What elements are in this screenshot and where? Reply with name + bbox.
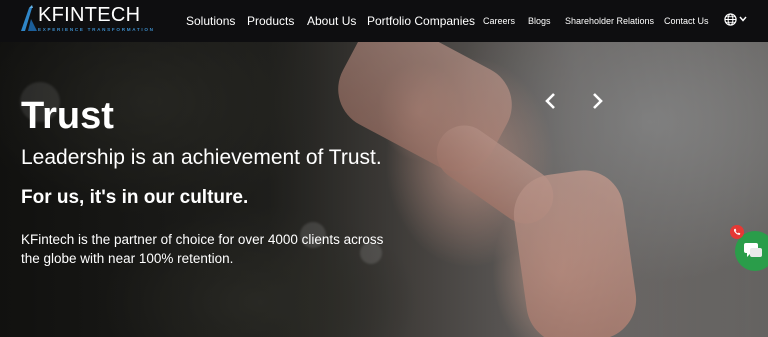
hero-emphasis: For us, it's in our culture. [21, 187, 249, 208]
logo-tagline: EXPERIENCE TRANSFORMATION [38, 27, 155, 32]
background-hand [425, 114, 565, 235]
nav-item-blogs[interactable]: Blogs [528, 16, 551, 26]
chevron-down-icon [739, 16, 747, 22]
nav-item-portfolio-companies[interactable]: Portfolio Companies [367, 14, 475, 28]
chat-icon [744, 243, 762, 257]
logo-text: KFINTECH EXPERIENCE TRANSFORMATION [38, 4, 155, 32]
nav-item-shareholder-relations[interactable]: Shareholder Relations [565, 16, 654, 26]
chevron-left-icon [545, 93, 555, 109]
globe-icon [724, 12, 737, 26]
background-hand [508, 165, 642, 337]
hero-description: KFintech is the partner of choice for ov… [21, 232, 384, 266]
nav-item-products[interactable]: Products [247, 14, 294, 28]
nav-item-careers[interactable]: Careers [483, 16, 515, 26]
nav-item-solutions[interactable]: Solutions [186, 14, 235, 28]
site-header: KFINTECH EXPERIENCE TRANSFORMATION Solut… [0, 0, 768, 42]
chevron-right-icon [593, 93, 603, 109]
logo-mark-icon [21, 5, 37, 31]
carousel-next-button[interactable] [588, 90, 608, 112]
kfintech-logo[interactable]: KFINTECH EXPERIENCE TRANSFORMATION [21, 4, 155, 38]
chat-notification-badge[interactable] [730, 225, 744, 239]
hero-title: Trust [21, 95, 114, 137]
logo-wordmark: KFINTECH [38, 4, 141, 26]
phone-icon [734, 228, 741, 235]
language-selector[interactable] [724, 11, 748, 27]
nav-item-contact-us[interactable]: Contact Us [664, 16, 709, 26]
nav-item-about-us[interactable]: About Us [307, 14, 356, 28]
hero-subtitle: Leadership is an achievement of Trust. [21, 146, 382, 169]
carousel-prev-button[interactable] [540, 90, 560, 112]
